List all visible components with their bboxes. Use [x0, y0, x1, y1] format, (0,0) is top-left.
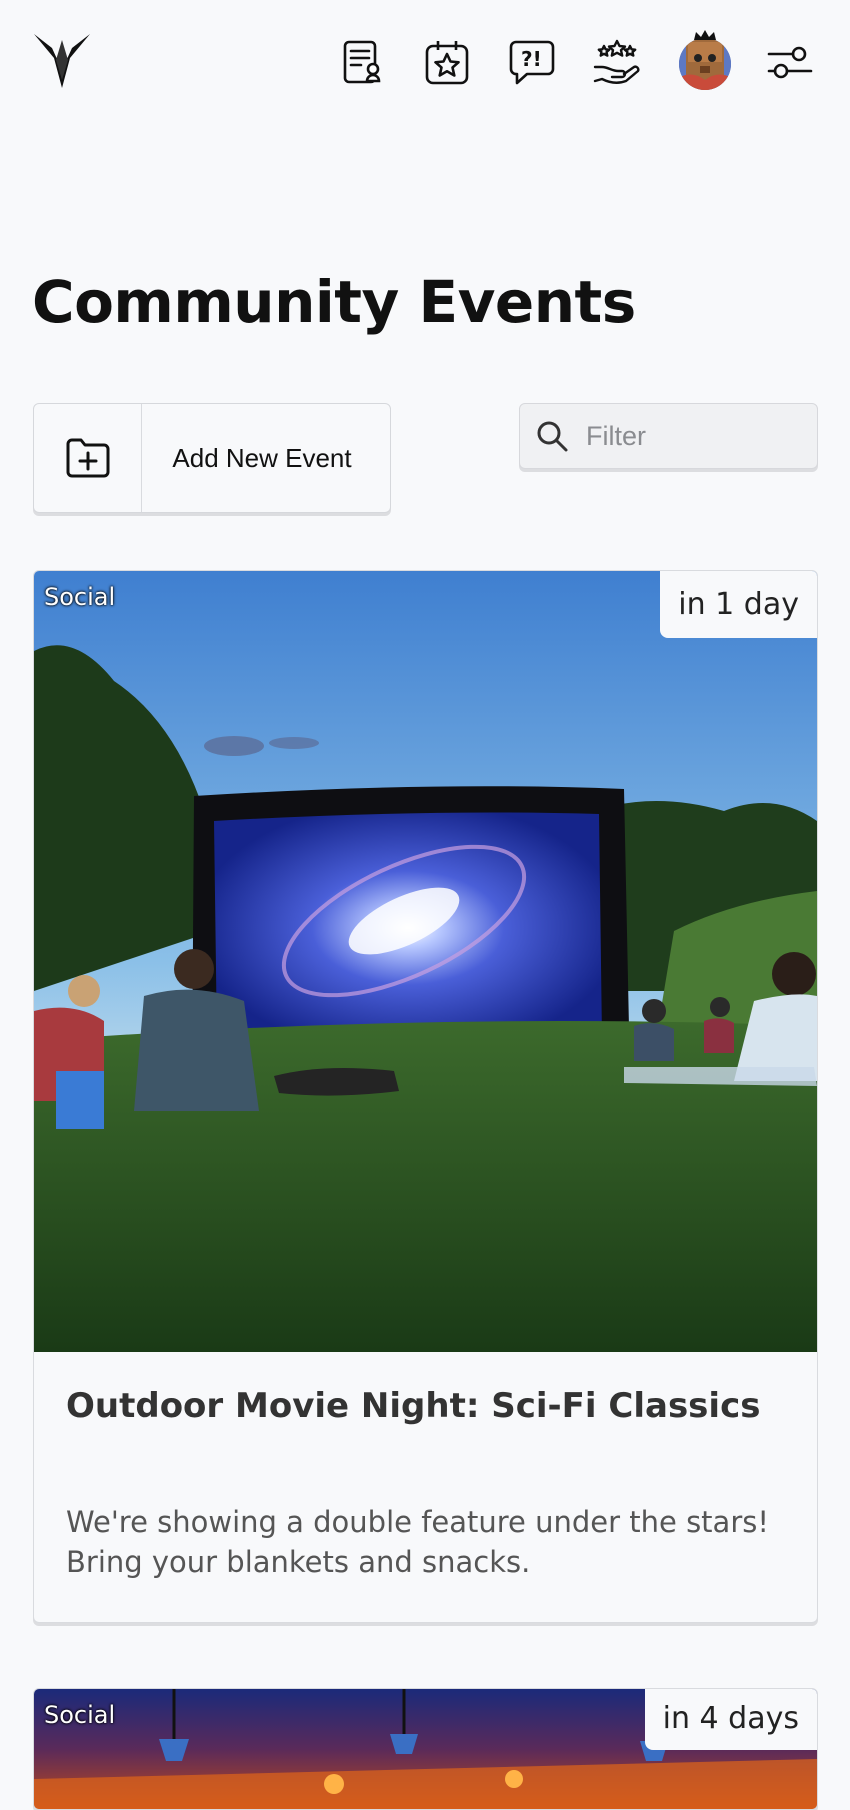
- event-category: Social: [44, 583, 116, 611]
- settings-sliders-icon[interactable]: [762, 34, 818, 90]
- notices-icon[interactable]: [334, 34, 390, 90]
- filter-input[interactable]: [584, 419, 808, 453]
- event-time-badge: in 1 day: [660, 571, 817, 638]
- rewards-icon[interactable]: [589, 34, 645, 90]
- event-image: Social in 4 days: [34, 1689, 817, 1809]
- add-new-event-label: Add New Event: [172, 442, 352, 473]
- page-title: Community Events: [32, 268, 636, 336]
- event-title[interactable]: Outdoor Movie Night: Sci-Fi Classics: [66, 1386, 785, 1426]
- filter-box[interactable]: [519, 403, 818, 469]
- event-time-badge: in 4 days: [644, 1689, 817, 1750]
- logo-icon[interactable]: [32, 30, 92, 92]
- svg-text:?!: ?!: [521, 47, 542, 71]
- event-card[interactable]: Social in 1 day Outdoor Movie Night: Sci…: [33, 570, 818, 1623]
- calendar-star-icon[interactable]: [419, 34, 475, 90]
- folder-plus-icon: [34, 404, 142, 512]
- event-card[interactable]: Social in 4 days: [33, 1688, 818, 1810]
- search-icon: [520, 419, 584, 453]
- event-description: We're showing a double feature under the…: [66, 1505, 769, 1579]
- add-new-event-button[interactable]: Add New Event: [33, 403, 391, 513]
- event-category: Social: [44, 1701, 116, 1729]
- user-avatar[interactable]: [678, 30, 732, 90]
- help-icon[interactable]: ?!: [504, 34, 560, 90]
- top-nav-bar: ?!: [0, 0, 850, 120]
- event-image: Social in 1 day: [34, 571, 817, 1352]
